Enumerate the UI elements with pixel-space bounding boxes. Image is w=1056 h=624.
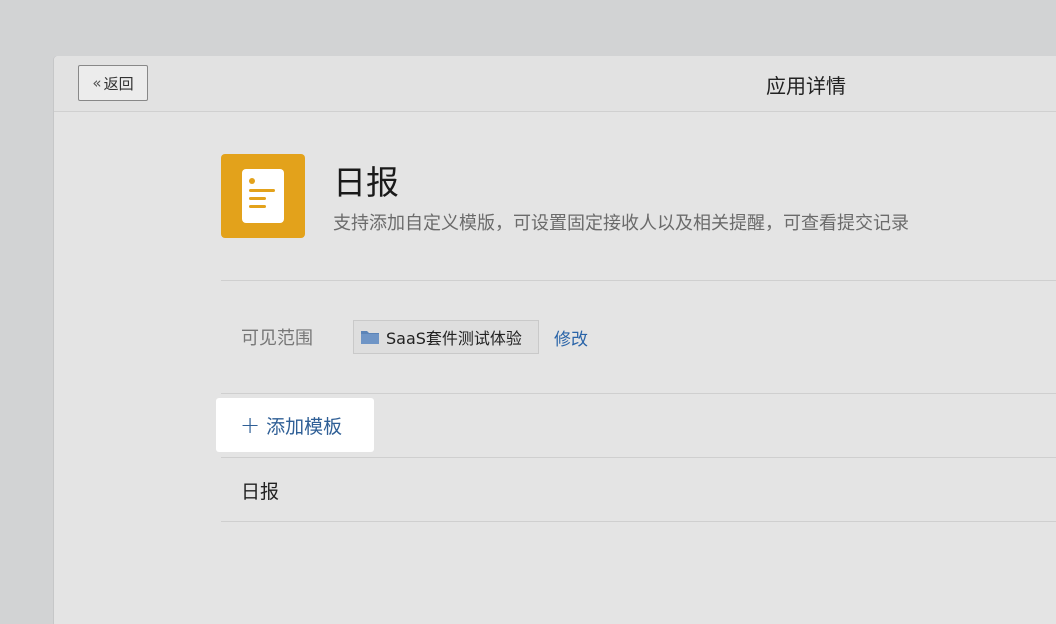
divider <box>221 457 1056 458</box>
divider <box>221 280 1056 281</box>
visibility-scope-name: SaaS套件测试体验 <box>386 329 522 348</box>
page-title: 应用详情 <box>766 74 846 98</box>
add-template-label: 添加模板 <box>266 415 343 438</box>
visibility-label: 可见范围 <box>241 328 313 349</box>
add-template-button[interactable]: + 添加模板 <box>216 398 374 452</box>
header-bar: « 返回 应用详情 <box>54 56 1056 112</box>
app-detail-panel: « 返回 应用详情 日报 支持添加自定义模版，可设置固定接收人以及相关提醒，可查… <box>54 56 1056 624</box>
plus-icon: + <box>240 411 261 439</box>
folder-icon <box>360 329 380 345</box>
app-name: 日报 <box>333 163 399 202</box>
template-list-item[interactable]: 日报 <box>241 477 279 504</box>
divider <box>221 521 1056 522</box>
app-description: 支持添加自定义模版，可设置固定接收人以及相关提醒，可查看提交记录 <box>333 213 909 234</box>
document-icon <box>221 154 305 238</box>
visibility-scope-chip: SaaS套件测试体验 <box>353 320 539 354</box>
modify-visibility-link[interactable]: 修改 <box>554 325 588 350</box>
divider <box>221 393 1056 394</box>
